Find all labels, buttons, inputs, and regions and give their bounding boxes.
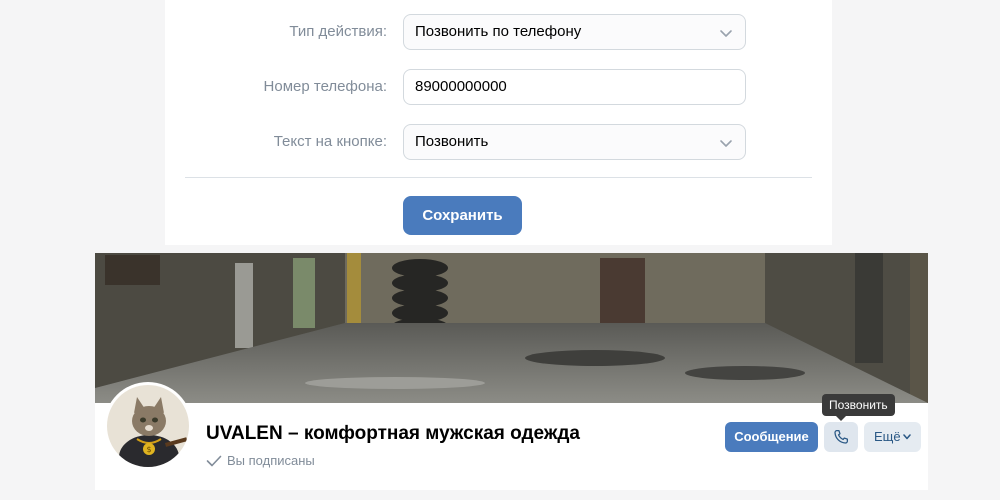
button-text-value: Позвонить [415, 133, 489, 150]
button-text-row: Текст на кнопке: Позвонить [165, 124, 832, 160]
check-icon [206, 455, 222, 466]
call-tooltip: Позвонить [822, 394, 895, 421]
community-name: UVALEN – комфортная мужская одежда [206, 423, 580, 444]
action-type-label: Тип действия: [289, 23, 387, 40]
phone-icon [834, 429, 849, 444]
action-type-row: Тип действия: Позвонить по телефону [165, 14, 832, 50]
action-type-select[interactable]: Позвонить по телефону [403, 14, 746, 50]
action-type-value: Позвонить по телефону [415, 23, 582, 40]
phone-value: 89000000000 [415, 78, 507, 95]
button-text-label: Текст на кнопке: [273, 133, 387, 150]
subscription-status[interactable]: Вы подписаны [206, 453, 315, 468]
more-button[interactable]: Ещё [864, 422, 921, 452]
action-button-settings: Тип действия: Позвонить по телефону Номе… [165, 0, 832, 245]
chevron-down-icon [720, 140, 732, 147]
cat-avatar-picture: $ [107, 385, 189, 467]
cover-courtyard-picture [95, 253, 928, 403]
divider [185, 177, 812, 178]
phone-input[interactable]: 89000000000 [403, 69, 746, 105]
message-button[interactable]: Сообщение [725, 422, 818, 452]
chevron-down-icon [720, 30, 732, 37]
community-header: $ UVALEN – комфортная мужская одежда Вы … [95, 253, 928, 490]
community-avatar[interactable]: $ [104, 382, 192, 470]
chevron-down-icon [903, 434, 911, 440]
cover-image [95, 253, 928, 403]
button-text-select[interactable]: Позвонить [403, 124, 746, 160]
subscribed-label: Вы подписаны [227, 453, 315, 468]
phone-row: Номер телефона: 89000000000 [165, 69, 832, 105]
call-button[interactable] [824, 422, 858, 452]
save-button[interactable]: Сохранить [403, 196, 522, 235]
phone-label: Номер телефона: [263, 78, 387, 95]
svg-text:$: $ [146, 445, 151, 454]
more-label: Ещё [874, 429, 901, 444]
